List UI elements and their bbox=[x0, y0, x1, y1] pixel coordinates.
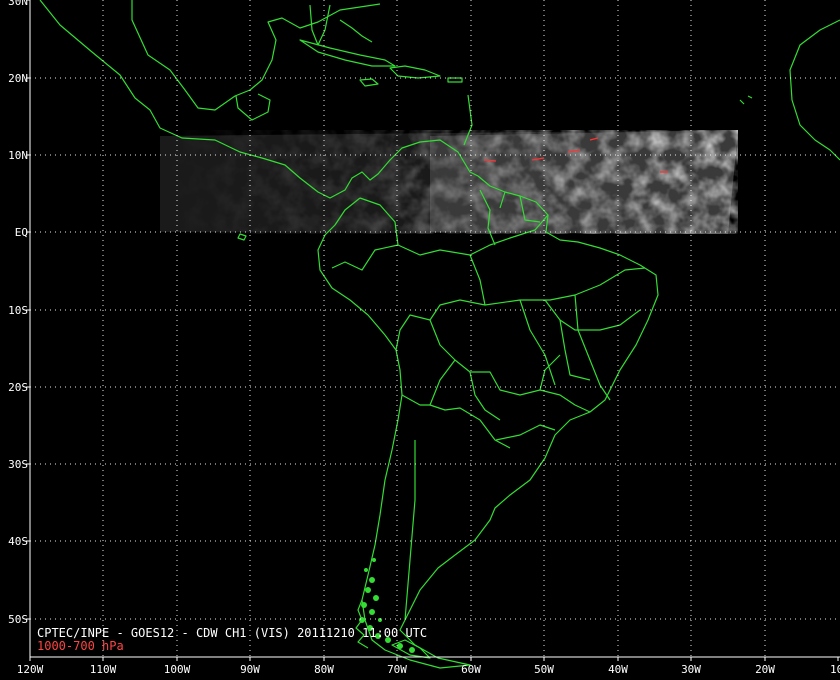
longitude-label: 90W bbox=[240, 663, 260, 676]
galapagos bbox=[237, 233, 247, 241]
map-caption: CPTEC/INPE - GOES12 - CDW CH1 (VIS) 2011… bbox=[37, 627, 427, 653]
map-frame bbox=[29, 0, 840, 658]
caption-pressure-level: 1000-700 hPa bbox=[37, 639, 124, 653]
puerto-rico bbox=[447, 77, 463, 83]
florida bbox=[309, 4, 331, 46]
coastlines bbox=[39, 0, 840, 669]
longitude-label: 120W bbox=[16, 663, 44, 676]
latitude-label: 20N bbox=[8, 72, 28, 85]
cuba bbox=[299, 39, 396, 67]
longitude-label: 70W bbox=[387, 663, 407, 676]
satellite-map bbox=[26, 0, 840, 669]
longitude-label: 100W bbox=[163, 663, 191, 676]
africa-coast bbox=[789, 19, 840, 161]
axis-ticks bbox=[26, 0, 839, 661]
longitude-label: 110W bbox=[89, 663, 117, 676]
longitude-label: 30W bbox=[681, 663, 701, 676]
south-america-coast bbox=[317, 175, 659, 669]
longitude-label: 40W bbox=[608, 663, 628, 676]
latitude-label: 10N bbox=[8, 149, 28, 162]
cape-verde bbox=[739, 95, 753, 105]
hispaniola bbox=[389, 65, 441, 79]
latitude-label: 20S bbox=[8, 381, 28, 394]
longitude-label: 60W bbox=[461, 663, 481, 676]
latitude-label: 40S bbox=[8, 535, 28, 548]
latitude-label: EQ bbox=[14, 226, 28, 239]
state-lines bbox=[469, 299, 641, 421]
yucatan bbox=[235, 93, 271, 121]
latitude-label: 30S bbox=[8, 458, 28, 471]
graticule bbox=[30, 0, 840, 657]
latitude-label: 30N bbox=[8, 0, 28, 8]
jamaica bbox=[359, 78, 379, 87]
latitude-label: 50S bbox=[8, 613, 28, 626]
latitude-label: 10S bbox=[8, 304, 28, 317]
longitude-label: 80W bbox=[314, 663, 334, 676]
bahamas bbox=[339, 19, 373, 43]
gulf-coast bbox=[131, 0, 381, 111]
longitude-label: 10 bbox=[830, 663, 840, 676]
longitude-label: 20W bbox=[755, 663, 775, 676]
longitude-label: 50W bbox=[534, 663, 554, 676]
